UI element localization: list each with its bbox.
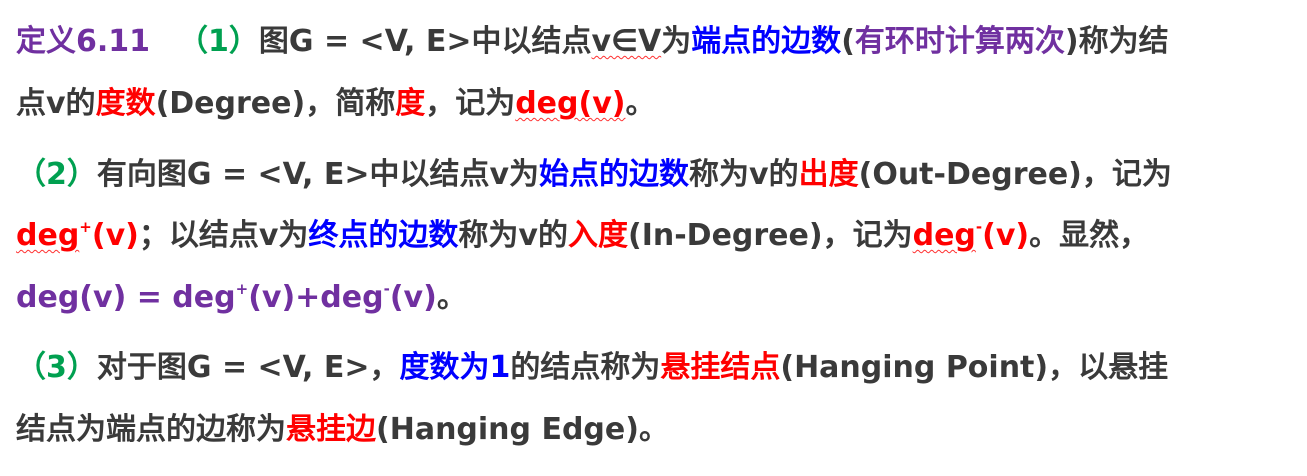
- text: (Hanging Edge)。: [376, 412, 669, 447]
- text: 结点为端点的边称为: [16, 412, 286, 447]
- text: 称为v的: [458, 218, 568, 253]
- text: (Out-Degree)，记为: [858, 157, 1172, 192]
- term-degree-short: 度: [395, 86, 426, 121]
- text: 称为结: [1078, 24, 1169, 59]
- term-hanging-edge: 悬挂边: [286, 412, 376, 447]
- text: 。: [625, 86, 656, 121]
- text: (Degree)，简称: [155, 86, 396, 121]
- notation-v: (v): [91, 218, 139, 253]
- text: 为: [661, 24, 692, 59]
- text: (Hanging Point)，以悬挂: [780, 350, 1169, 385]
- notation-deg-v: deg(v): [515, 86, 626, 121]
- text: 。: [436, 280, 467, 315]
- highlight-degree-one: 度数为1: [399, 350, 511, 385]
- text: ，记为: [425, 86, 516, 121]
- definition-line-4: deg+(v)；以结点v为终点的边数称为v的入度(In-Degree)，记为de…: [16, 216, 1149, 256]
- text: 的结点称为: [510, 350, 661, 385]
- formula-part: (v)+deg: [248, 280, 384, 315]
- text: 。显然，: [1029, 218, 1150, 253]
- definition-line-5: deg(v) = deg+(v)+deg-(v)。: [16, 278, 467, 318]
- definition-label: 定义6.11: [16, 24, 151, 59]
- notation-v: (v): [982, 218, 1030, 253]
- superscript-plus: +: [235, 280, 249, 298]
- text: (: [841, 24, 855, 59]
- text: 点v的: [16, 86, 96, 121]
- text: 对于图G = <V, E>，: [96, 350, 400, 385]
- item-number-2: （2）: [16, 157, 97, 192]
- text: (In-Degree)，记为: [627, 218, 913, 253]
- term-out-degree: 出度: [798, 157, 859, 192]
- definition-slide: 定义6.11 （1）图G = <V, E>中以结点v∈V为端点的边数(有环时计算两…: [0, 0, 1307, 476]
- text-v-in-V: v∈V: [591, 24, 662, 59]
- highlight-start-edges: 始点的边数: [539, 157, 690, 192]
- term-in-degree: 入度: [567, 218, 628, 253]
- formula-part: deg(v) = deg: [16, 280, 236, 315]
- superscript-plus: +: [79, 218, 92, 236]
- highlight-loop-note: 有环时计算两次: [854, 24, 1065, 59]
- text: 称为v的: [689, 157, 799, 192]
- item-number-3: （3）: [16, 350, 97, 385]
- definition-line-1: 定义6.11 （1）图G = <V, E>中以结点v∈V为端点的边数(有环时计算两…: [16, 22, 1169, 62]
- text: ；以结点v为: [138, 218, 309, 253]
- notation-deg-plus: deg: [16, 218, 80, 253]
- term-hanging-point: 悬挂结点: [660, 350, 781, 385]
- notation-deg-minus: deg: [912, 218, 976, 253]
- definition-line-2: 点v的度数(Degree)，简称度，记为deg(v)。: [16, 84, 655, 124]
- definition-line-7: 结点为端点的边称为悬挂边(Hanging Edge)。: [16, 410, 669, 450]
- item-number-1: （1）: [178, 24, 259, 59]
- highlight-endpoint-edges: 端点的边数: [691, 24, 842, 59]
- definition-line-6: （3）对于图G = <V, E>，度数为1的结点称为悬挂结点(Hanging P…: [16, 348, 1168, 388]
- definition-line-3: （2）有向图G = <V, E>中以结点v为始点的边数称为v的出度(Out-De…: [16, 155, 1172, 195]
- text: 有向图G = <V, E>中以结点v为: [96, 157, 540, 192]
- highlight-end-edges: 终点的边数: [308, 218, 459, 253]
- term-degree: 度数: [95, 86, 156, 121]
- formula-part: (v): [389, 280, 437, 315]
- text: ): [1064, 24, 1079, 59]
- text: 图G = <V, E>中以结点: [258, 24, 592, 59]
